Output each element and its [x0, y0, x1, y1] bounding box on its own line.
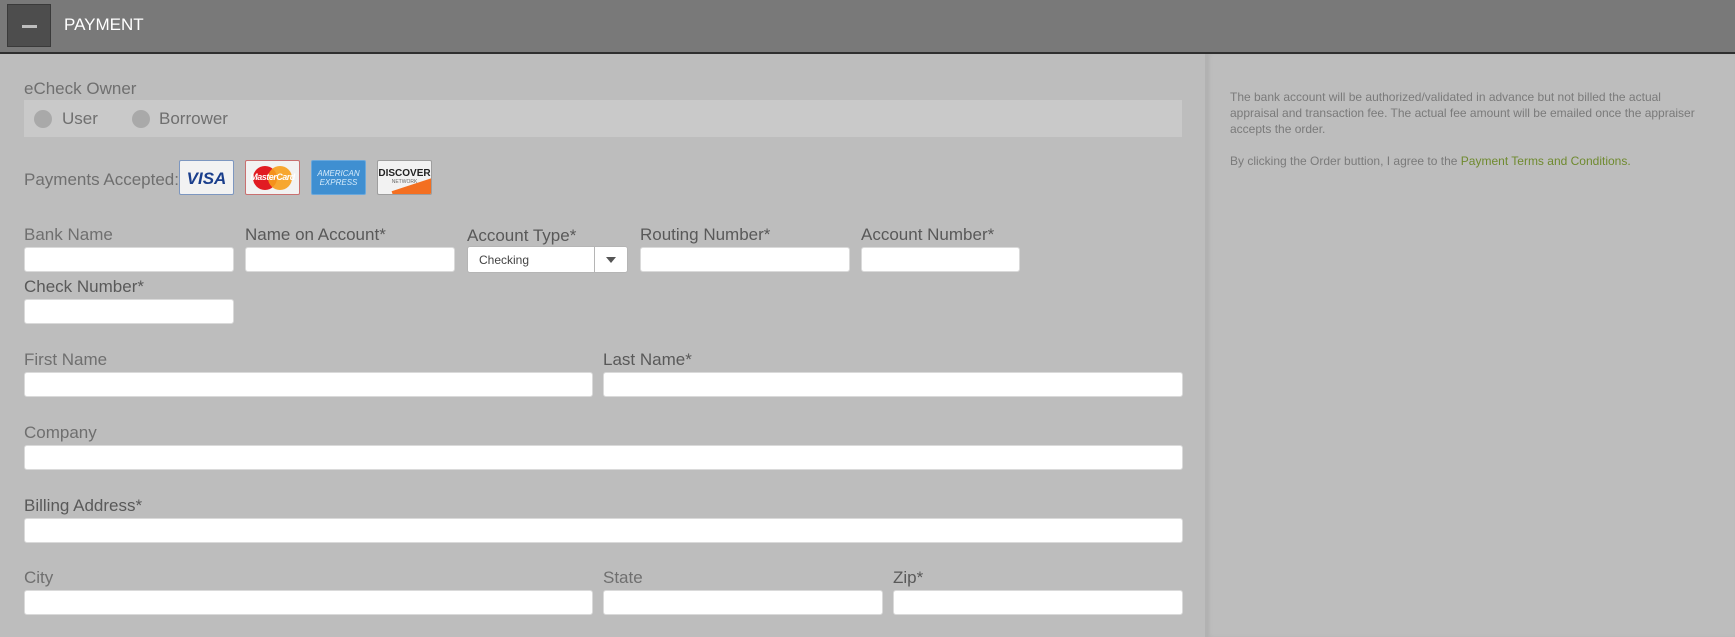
- city-input[interactable]: [24, 590, 593, 615]
- state-label: State: [603, 568, 643, 587]
- account-type-label: Account Type*: [467, 226, 577, 245]
- payment-terms-link[interactable]: Payment Terms and Conditions: [1461, 154, 1628, 168]
- last-name-input[interactable]: [603, 372, 1183, 397]
- radio-user-label[interactable]: User: [62, 109, 98, 129]
- radio-borrower[interactable]: [132, 110, 150, 128]
- mastercard-logo: MasterCard: [245, 160, 300, 195]
- zip-label: Zip*: [893, 568, 924, 587]
- first-name-input[interactable]: [24, 372, 593, 397]
- echeck-owner-group: User Borrower: [24, 100, 1182, 137]
- discover-subtext: NETWORK: [391, 179, 418, 185]
- side-info-panel: The bank account will be authorized/vali…: [1205, 54, 1735, 637]
- mastercard-text: MasterCard: [250, 172, 295, 182]
- city-label: City: [24, 568, 54, 587]
- minus-icon: [22, 25, 37, 28]
- terms-prefix: By clicking the Order buttion, I agree t…: [1230, 154, 1461, 168]
- account-type-select[interactable]: Checking: [467, 246, 628, 273]
- dropdown-toggle[interactable]: [594, 247, 627, 272]
- radio-user[interactable]: [34, 110, 52, 128]
- amex-logo: AMERICAN EXPRESS: [311, 160, 366, 195]
- billing-address-label: Billing Address*: [24, 496, 143, 515]
- payments-accepted-label: Payments Accepted:: [24, 170, 179, 189]
- bank-name-label: Bank Name: [24, 225, 113, 244]
- company-input[interactable]: [24, 445, 1183, 470]
- name-on-account-input[interactable]: [245, 247, 455, 272]
- visa-text: VISA: [186, 169, 227, 188]
- payment-form: eCheck Owner User Borrower Payments Acce…: [0, 54, 1205, 637]
- section-header: PAYMENT: [0, 0, 1735, 54]
- routing-number-label: Routing Number*: [640, 225, 771, 244]
- state-input[interactable]: [603, 590, 883, 615]
- last-name-label: Last Name*: [603, 350, 692, 369]
- account-number-label: Account Number*: [861, 225, 995, 244]
- section-title: PAYMENT: [64, 15, 144, 34]
- first-name-label: First Name: [24, 350, 108, 369]
- company-label: Company: [24, 423, 97, 442]
- billing-address-input[interactable]: [24, 518, 1183, 543]
- bank-name-input[interactable]: [24, 247, 234, 272]
- radio-borrower-label[interactable]: Borrower: [159, 109, 228, 129]
- account-number-input[interactable]: [861, 247, 1020, 272]
- discover-logo: DISCOVER NETWORK: [377, 160, 432, 195]
- check-number-label: Check Number*: [24, 277, 144, 296]
- check-number-input[interactable]: [24, 299, 234, 324]
- amex-text: AMERICAN EXPRESS: [317, 169, 360, 187]
- discover-text: DISCOVER: [378, 168, 431, 179]
- account-type-value: Checking: [479, 253, 530, 267]
- terms-agreement: By clicking the Order buttion, I agree t…: [1230, 153, 1708, 169]
- terms-suffix: .: [1627, 154, 1631, 168]
- name-on-account-label: Name on Account*: [245, 225, 386, 244]
- visa-logo: VISA: [179, 160, 234, 195]
- collapse-button[interactable]: [7, 4, 51, 47]
- authorization-notice: The bank account will be authorized/vali…: [1230, 90, 1695, 136]
- echeck-owner-label: eCheck Owner: [24, 79, 137, 98]
- zip-input[interactable]: [893, 590, 1183, 615]
- chevron-down-icon: [606, 257, 616, 263]
- routing-number-input[interactable]: [640, 247, 850, 272]
